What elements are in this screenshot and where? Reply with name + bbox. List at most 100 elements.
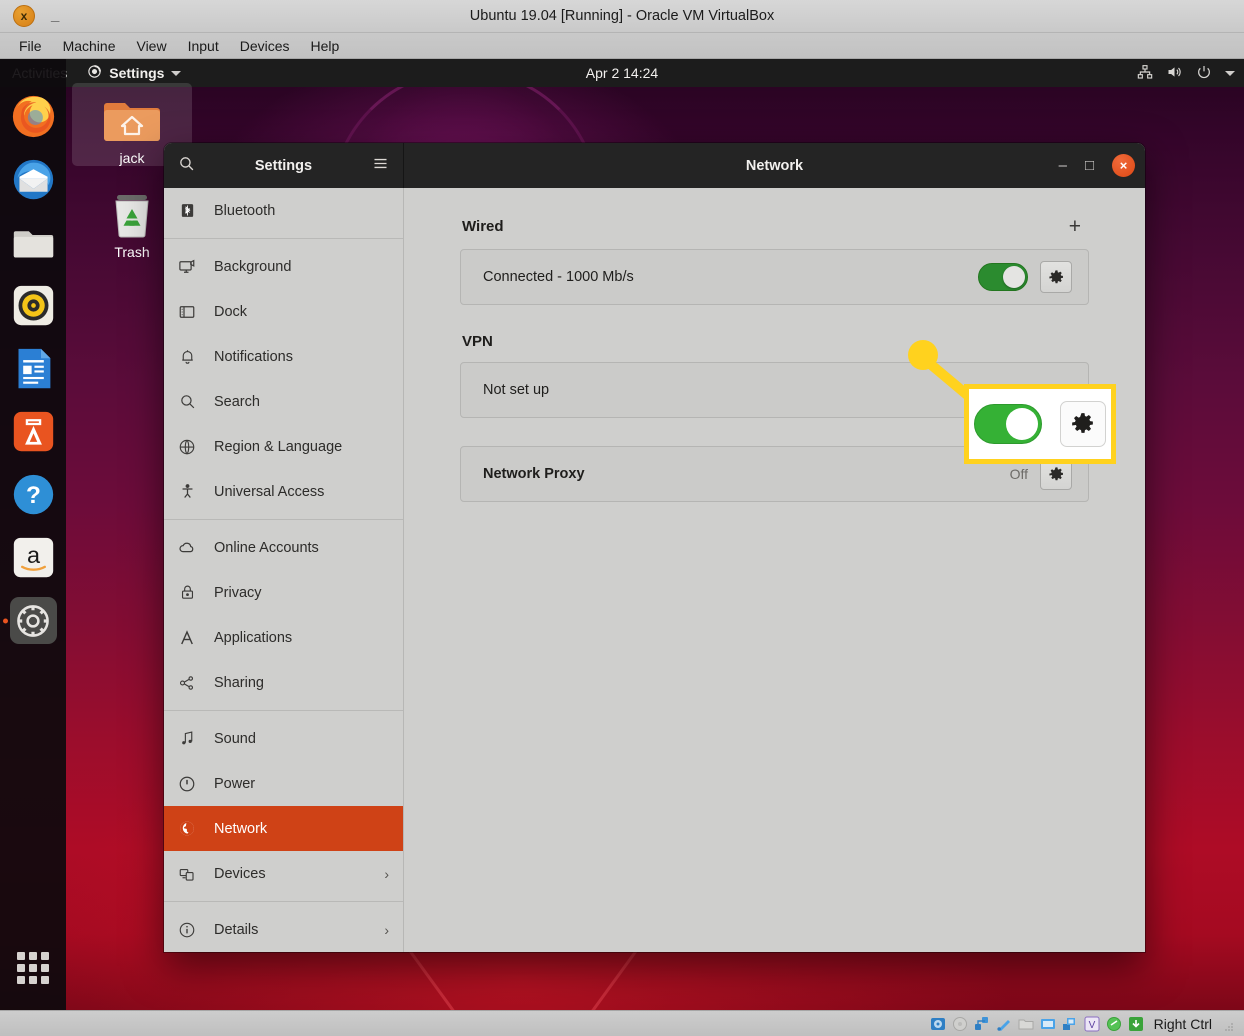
virtualbox-minimize-button[interactable]: _	[51, 8, 59, 23]
sidebar-item-online-accounts[interactable]: Online Accounts	[164, 525, 403, 570]
dock-item-settings[interactable]	[2, 597, 57, 644]
wired-status-label: Connected - 1000 Mb/s	[483, 269, 634, 285]
mouse-integration-icon[interactable]	[1106, 1016, 1122, 1032]
sidebar-item-sound[interactable]: Sound	[164, 716, 403, 761]
maximize-button[interactable]: □	[1085, 158, 1094, 173]
optical-disk-icon[interactable]	[952, 1016, 968, 1032]
network-wired-icon[interactable]	[1137, 64, 1153, 83]
dock-item-files[interactable]	[10, 219, 57, 266]
dock-item-thunderbird[interactable]	[10, 156, 57, 203]
sidebar-label: Background	[214, 258, 292, 275]
sidebar-separator	[164, 901, 403, 902]
sidebar-item-power[interactable]: Power	[164, 761, 403, 806]
minimize-button[interactable]: –	[1059, 158, 1067, 173]
wallpaper-v-left	[403, 942, 494, 1010]
sidebar-item-universal-access[interactable]: Universal Access	[164, 469, 403, 514]
menu-machine[interactable]: Machine	[54, 35, 125, 57]
volume-icon[interactable]	[1166, 64, 1183, 83]
menu-file[interactable]: File	[10, 35, 51, 57]
sidebar-label: Details	[214, 921, 259, 938]
sidebar-item-search[interactable]: Search	[164, 379, 403, 424]
grid-cell	[17, 964, 25, 972]
dock-item-libreoffice-writer[interactable]	[10, 345, 57, 392]
sidebar-item-background[interactable]: Background	[164, 244, 403, 289]
sidebar-item-devices[interactable]: Devices ›	[164, 851, 403, 896]
screenshot-root: x _ Ubuntu 19.04 [Running] - Oracle VM V…	[0, 0, 1244, 1036]
sidebar-separator	[164, 519, 403, 520]
settings-titlebar-left: Settings	[164, 143, 404, 188]
vpn-title: VPN	[462, 333, 493, 350]
display-icon[interactable]	[1040, 1016, 1056, 1032]
show-applications-button[interactable]	[17, 952, 49, 984]
network-icon[interactable]	[974, 1016, 990, 1032]
settings-sidebar: Bluetooth Background Dock Notifications …	[164, 188, 404, 952]
dock-item-rhythmbox[interactable]	[10, 282, 57, 329]
search-icon[interactable]	[178, 155, 195, 177]
sidebar-item-region-language[interactable]: Region & Language	[164, 424, 403, 469]
sidebar-item-applications[interactable]: Applications	[164, 615, 403, 660]
sidebar-label: Network	[214, 820, 268, 837]
sidebar-item-bluetooth[interactable]: Bluetooth	[164, 188, 403, 233]
window-controls: – □ ×	[1059, 154, 1135, 177]
shared-folder-icon[interactable]	[1018, 1016, 1034, 1032]
virtualization-icon[interactable]: V	[1084, 1016, 1100, 1032]
wired-toggle[interactable]	[978, 263, 1028, 291]
wallpaper-v-right	[552, 942, 643, 1010]
sidebar-label: Notifications	[214, 348, 293, 365]
dock-item-amazon[interactable]: a	[10, 534, 57, 581]
menu-view[interactable]: View	[127, 35, 175, 57]
grid-cell	[29, 976, 37, 984]
wired-connection-row: Connected - 1000 Mb/s	[461, 250, 1088, 304]
sidebar-label: Devices	[214, 865, 266, 882]
lock-icon	[178, 584, 196, 601]
wired-settings-gear-button[interactable]	[1040, 261, 1072, 293]
app-menu-button[interactable]: Settings	[79, 64, 189, 82]
music-note-icon	[178, 730, 196, 747]
sidebar-label: Universal Access	[214, 483, 325, 500]
sidebar-item-notifications[interactable]: Notifications	[164, 334, 403, 379]
virtualbox-statusbar: V Right Ctrl	[0, 1010, 1244, 1036]
power-icon[interactable]	[1196, 64, 1212, 83]
sidebar-item-network[interactable]: Network	[164, 806, 403, 851]
wired-panel: Connected - 1000 Mb/s	[460, 249, 1089, 305]
system-tray	[1137, 64, 1235, 83]
menu-input[interactable]: Input	[179, 35, 228, 57]
hard-disk-icon[interactable]	[930, 1016, 946, 1032]
sidebar-item-privacy[interactable]: Privacy	[164, 570, 403, 615]
dock-item-firefox[interactable]	[10, 93, 57, 140]
close-button[interactable]: ×	[1112, 154, 1135, 177]
sidebar-label: Bluetooth	[214, 202, 276, 219]
chevron-right-icon: ›	[384, 865, 389, 882]
applications-icon	[178, 629, 196, 647]
menu-help[interactable]: Help	[302, 35, 349, 57]
resize-grip[interactable]	[1224, 1019, 1234, 1031]
search-icon	[178, 393, 196, 410]
sidebar-item-dock[interactable]: Dock	[164, 289, 403, 334]
video-capture-icon[interactable]	[1062, 1016, 1078, 1032]
grid-cell	[29, 952, 37, 960]
sidebar-item-details[interactable]: Details ›	[164, 907, 403, 952]
keyboard-icon[interactable]	[1128, 1016, 1144, 1032]
network-proxy-label: Network Proxy	[483, 466, 585, 482]
grid-cell	[41, 976, 49, 984]
virtualbox-close-button[interactable]: x	[13, 5, 35, 27]
grid-cell	[41, 964, 49, 972]
grid-cell	[17, 952, 25, 960]
dock-item-help[interactable]: ?	[10, 471, 57, 518]
dock-item-ubuntu-software[interactable]	[10, 408, 57, 455]
hamburger-menu-icon[interactable]	[372, 155, 389, 177]
add-wired-connection-button[interactable]: +	[1063, 216, 1087, 237]
callout-toggle	[974, 404, 1042, 444]
running-indicator-dot	[2, 618, 8, 623]
menu-devices[interactable]: Devices	[231, 35, 299, 57]
svg-text:a: a	[26, 542, 40, 568]
sidebar-item-sharing[interactable]: Sharing	[164, 660, 403, 705]
callout-gear-icon	[1060, 401, 1106, 447]
host-key-label: Right Ctrl	[1153, 1015, 1212, 1032]
grid-cell	[17, 976, 25, 984]
tray-chevron-down-icon[interactable]	[1225, 70, 1235, 76]
usb-icon[interactable]	[996, 1016, 1012, 1032]
bluetooth-icon	[178, 202, 196, 219]
virtualbox-menubar: File Machine View Input Devices Help	[0, 33, 1244, 59]
sidebar-label: Region & Language	[214, 438, 343, 455]
